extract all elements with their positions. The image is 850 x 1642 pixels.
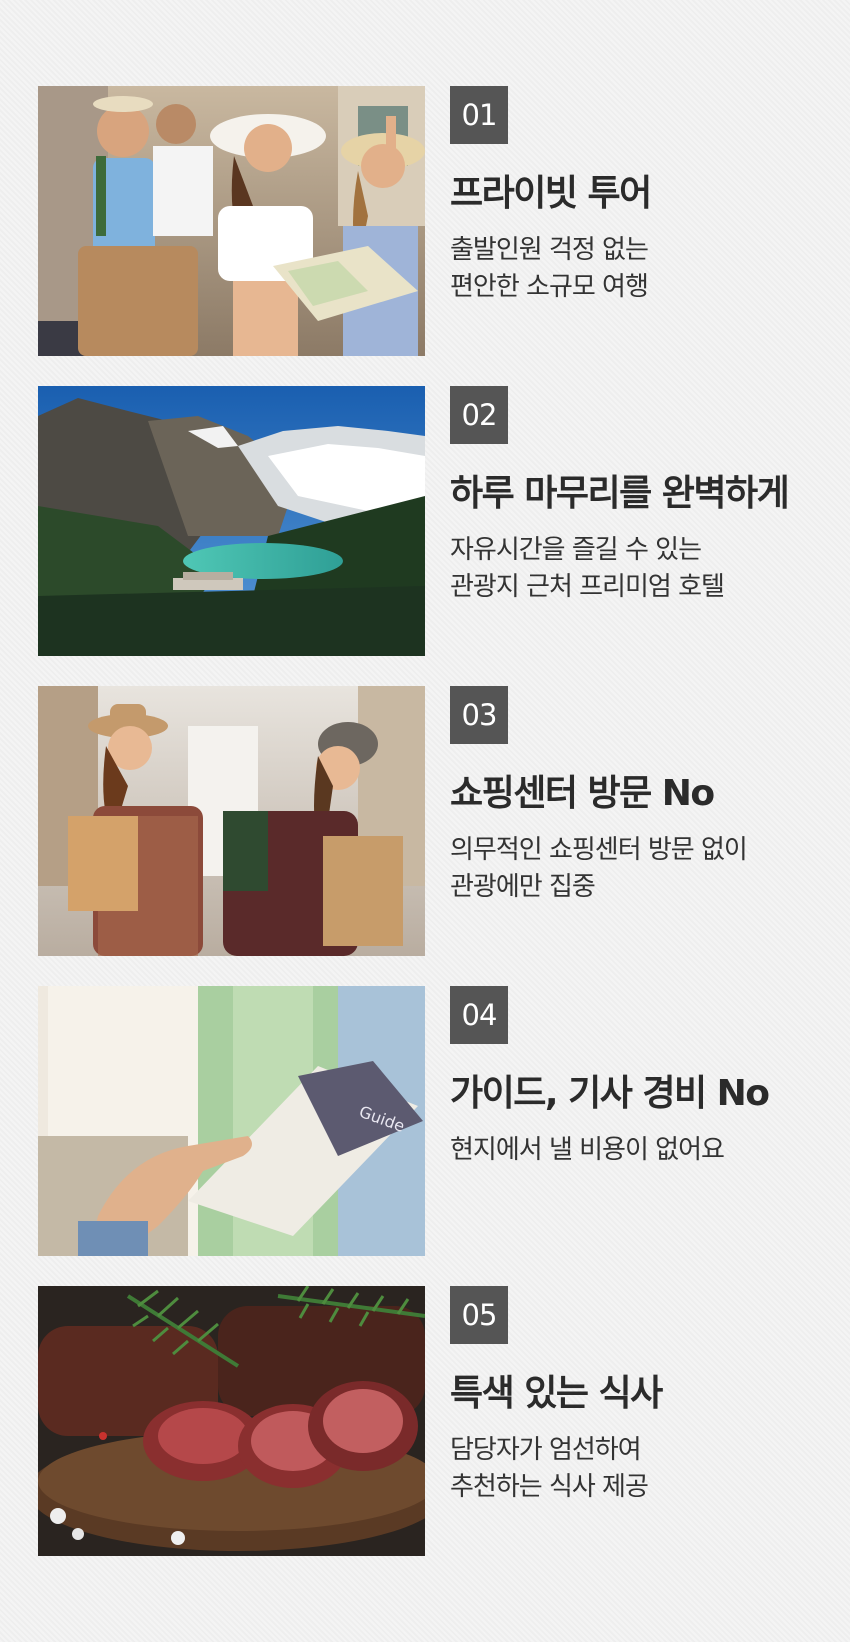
feature-title: 특색 있는 식사 [450, 1373, 663, 1414]
feature-description-line: 추천하는 식사 제공 [450, 1472, 649, 1502]
feature-item-no-guide-fee: Guide 04 가이드, 기사 경비 No 현지에서 낼 비용이 없어요 [38, 986, 838, 1256]
feature-text: 05 특색 있는 식사 담당자가 엄선하여 추천하는 식사 제공 [450, 1286, 850, 1506]
feature-list: 01 프라이빗 투어 출발인원 걱정 없는 편안한 소규모 여행 02 하루 마… [38, 86, 838, 1586]
feature-description-line: 현지에서 낼 비용이 없어요 [450, 1135, 725, 1165]
feature-description-line: 출발인원 걱정 없는 [450, 235, 649, 265]
steak-photo [38, 1286, 425, 1556]
feature-item-private-tour: 01 프라이빗 투어 출발인원 걱정 없는 편안한 소규모 여행 [38, 86, 838, 356]
feature-description-line: 담당자가 엄선하여 [450, 1435, 642, 1465]
feature-title: 프라이빗 투어 [450, 173, 652, 214]
feature-item-special-meal: 05 특색 있는 식사 담당자가 엄선하여 추천하는 식사 제공 [38, 1286, 838, 1556]
feature-text: 02 하루 마무리를 완벽하게 자유시간을 즐길 수 있는 관광지 근처 프리미… [450, 386, 850, 606]
mountain-lake-photo [38, 386, 425, 656]
feature-item-premium-hotel: 02 하루 마무리를 완벽하게 자유시간을 즐길 수 있는 관광지 근처 프리미… [38, 386, 838, 656]
shopping-women-photo [38, 686, 425, 956]
feature-number-badge: 04 [450, 986, 508, 1044]
feature-item-no-shopping: 03 쇼핑센터 방문 No 의무적인 쇼핑센터 방문 없이 관광에만 집중 [38, 686, 838, 956]
feature-description: 현지에서 낼 비용이 없어요 [450, 1132, 850, 1169]
feature-description-line: 관광에만 집중 [450, 872, 596, 902]
feature-description-line: 의무적인 쇼핑센터 방문 없이 [450, 835, 748, 865]
feature-number-badge: 02 [450, 386, 508, 444]
feature-text: 03 쇼핑센터 방문 No 의무적인 쇼핑센터 방문 없이 관광에만 집중 [450, 686, 850, 906]
tourists-group-photo [38, 86, 425, 356]
feature-description: 출발인원 걱정 없는 편안한 소규모 여행 [450, 232, 850, 306]
feature-description: 의무적인 쇼핑센터 방문 없이 관광에만 집중 [450, 832, 850, 906]
guidebook-photo: Guide [38, 986, 425, 1256]
feature-description-line: 관광지 근처 프리미엄 호텔 [450, 572, 725, 602]
feature-number-badge: 01 [450, 86, 508, 144]
feature-text: 01 프라이빗 투어 출발인원 걱정 없는 편안한 소규모 여행 [450, 86, 850, 306]
feature-number-badge: 03 [450, 686, 508, 744]
feature-description: 담당자가 엄선하여 추천하는 식사 제공 [450, 1432, 850, 1506]
feature-title: 쇼핑센터 방문 No [450, 773, 715, 814]
feature-text: 04 가이드, 기사 경비 No 현지에서 낼 비용이 없어요 [450, 986, 850, 1169]
feature-title: 하루 마무리를 완벽하게 [450, 473, 790, 514]
feature-number-badge: 05 [450, 1286, 508, 1344]
feature-description-line: 자유시간을 즐길 수 있는 [450, 535, 702, 565]
feature-description-line: 편안한 소규모 여행 [450, 272, 649, 302]
feature-title: 가이드, 기사 경비 No [450, 1073, 770, 1114]
feature-description: 자유시간을 즐길 수 있는 관광지 근처 프리미엄 호텔 [450, 532, 850, 606]
